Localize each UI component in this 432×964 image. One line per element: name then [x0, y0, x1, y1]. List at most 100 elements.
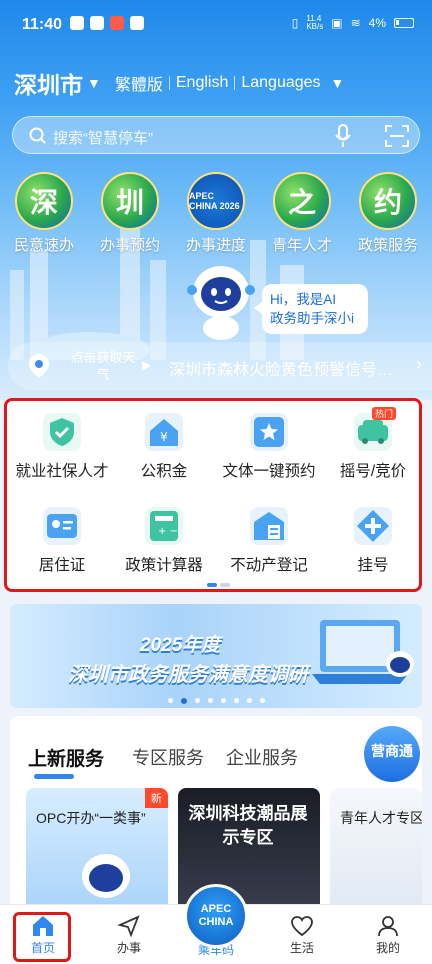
apec-ride-code-button[interactable]: APEC CHINA: [184, 884, 248, 948]
service-item[interactable]: 热门 摇号/竞价: [323, 407, 423, 481]
service-item[interactable]: 文体一键预约: [219, 413, 319, 481]
shortcut-item[interactable]: 之 青年人才: [258, 172, 346, 262]
promo-card-opc[interactable]: OPC开办“一类事” 新: [26, 788, 168, 918]
search-icon: [29, 127, 46, 144]
shortcut-item[interactable]: 约 政策服务: [344, 172, 432, 262]
laptop-illustration: [312, 620, 414, 684]
chevron-right-icon[interactable]: ›: [416, 354, 422, 375]
svg-text:¥: ¥: [160, 430, 168, 444]
service-label: 公积金: [140, 463, 188, 480]
search-input[interactable]: 搜索“智慧停车”: [12, 116, 420, 154]
ai-assistant-robot-icon[interactable]: [186, 262, 256, 340]
shortcut-item[interactable]: 深 民意速办: [0, 172, 88, 262]
notification-icons: [70, 16, 144, 30]
app-red-icon: [110, 16, 124, 30]
battery-icon: [394, 18, 414, 28]
tab-new-services[interactable]: 上新服务: [28, 744, 104, 779]
shortcut-badge: 约: [359, 172, 417, 230]
service-label: 摇号/竞价: [339, 463, 407, 480]
service-item[interactable]: 就业社保人才: [12, 413, 112, 481]
page-indicator: [207, 583, 230, 587]
chevron-down-icon[interactable]: ▼: [87, 75, 101, 91]
scan-icon[interactable]: [385, 125, 409, 147]
nav-label: 我的: [375, 941, 400, 955]
promo-title: OPC开办“一类事”: [36, 810, 146, 826]
search-placeholder: 搜索“智慧停车”: [53, 130, 153, 147]
tab-enterprise-services[interactable]: 企业服务: [226, 744, 298, 770]
assistant-bubble[interactable]: Hi，我是AI 政务助手深小i: [254, 284, 368, 334]
shortcut-label: 青年人才: [271, 237, 332, 254]
weather-alert-bar[interactable]: 点击获取天气 ▶ 深圳市森林火险黄色预警信号… ›: [8, 342, 432, 390]
service-label: 文体一键预约: [222, 463, 316, 480]
chevron-right-icon: ▶: [142, 358, 152, 372]
nav-mine[interactable]: 我的: [348, 913, 428, 956]
heart-icon: [291, 916, 313, 937]
nav-life[interactable]: 生活: [262, 913, 342, 956]
status-right: ▯ 11.4 KB/s ▣ ≋ 4%: [292, 15, 414, 31]
apec-badge: APEC CHINA 2026: [187, 172, 245, 230]
header-bar: 深圳市 ▼ 繁體版 English Languages ▼: [14, 66, 352, 100]
banner-title: 深圳市政务服务满意度调研: [68, 664, 308, 686]
microphone-icon[interactable]: [335, 124, 351, 148]
shortcut-label: 民意速办: [13, 237, 74, 254]
assistant-line2: 政务助手深小i: [270, 311, 354, 326]
service-item[interactable]: 挂号: [323, 507, 423, 575]
service-item[interactable]: ¥ 公积金: [114, 413, 214, 481]
send-icon: [117, 915, 140, 938]
mail-icon: [130, 16, 144, 30]
plus-diamond-icon: [354, 507, 392, 545]
vibrate-icon: ▯: [291, 16, 299, 30]
nav-affairs[interactable]: 办事: [89, 913, 169, 956]
wifi-icon: ≋: [350, 16, 361, 30]
promo-title: 青年人才专区: [340, 810, 422, 826]
robot-icon: [82, 854, 130, 898]
chevron-down-icon[interactable]: ▼: [331, 75, 345, 91]
house-yuan-icon: ¥: [145, 413, 183, 451]
service-item[interactable]: 不动产登记: [219, 507, 319, 575]
business-button[interactable]: 营商通: [364, 726, 420, 782]
status-time: 11:40: [22, 16, 63, 33]
tab-zone-services[interactable]: 专区服务: [132, 744, 204, 770]
building-doc-icon: [250, 507, 288, 545]
id-card-icon: [43, 507, 81, 545]
shortcut-label: 办事预约: [99, 237, 160, 254]
shield-check-icon: [43, 413, 81, 451]
service-label: 不动产登记: [230, 557, 308, 574]
apec-line2: CHINA: [198, 916, 234, 928]
shortcut-badge: 圳: [101, 172, 159, 230]
weather-label[interactable]: 点击获取天气: [70, 349, 136, 383]
new-badge: 新: [145, 788, 168, 808]
home-highlight-box: [13, 912, 71, 962]
calculator-icon: + −: [145, 507, 183, 545]
network-speed: 11.4 KB/s: [306, 14, 324, 31]
survey-banner[interactable]: 2025年度 深圳市政务服务满意度调研: [10, 604, 422, 708]
app-icon: [90, 16, 104, 30]
service-item[interactable]: + − 政策计算器: [114, 507, 214, 575]
weather-alert-text[interactable]: 深圳市森林火险黄色预警信号…: [169, 356, 409, 380]
service-item[interactable]: 居住证: [12, 507, 112, 575]
download-icon: [70, 16, 84, 30]
city-selector[interactable]: 深圳市: [14, 66, 83, 100]
lang-languages[interactable]: Languages: [235, 74, 326, 92]
nav-label: 办事: [116, 941, 141, 955]
promo-title: 深圳科技潮品展示专区: [188, 804, 308, 847]
services-grid: 就业社保人才 ¥ 公积金 文体一键预约 热门 摇号/竞价 居住证 + − 政策计…: [4, 398, 422, 592]
shortcut-badge: 之: [273, 172, 331, 230]
hot-badge: 热门: [371, 407, 396, 420]
apec-line1: APEC: [200, 903, 232, 915]
shortcut-label: 政策服务: [357, 237, 418, 254]
nav-label: 生活: [289, 941, 314, 955]
battery-text: 4%: [368, 16, 386, 30]
service-label: 就业社保人才: [15, 463, 109, 480]
promo-card-talent[interactable]: 青年人才专区: [330, 788, 422, 918]
star-ticket-icon: [250, 413, 288, 451]
location-pin-icon: [29, 354, 49, 378]
service-label: 居住证: [38, 557, 86, 574]
service-label: 挂号: [357, 557, 389, 574]
lang-english[interactable]: English: [170, 74, 234, 92]
svg-text:+ −: + −: [158, 526, 178, 537]
shortcut-label: 办事进度: [185, 237, 246, 254]
shortcut-item[interactable]: APEC CHINA 2026 办事进度: [172, 172, 260, 262]
shortcut-item[interactable]: 圳 办事预约: [86, 172, 174, 262]
lang-traditional[interactable]: 繁體版: [109, 71, 169, 95]
